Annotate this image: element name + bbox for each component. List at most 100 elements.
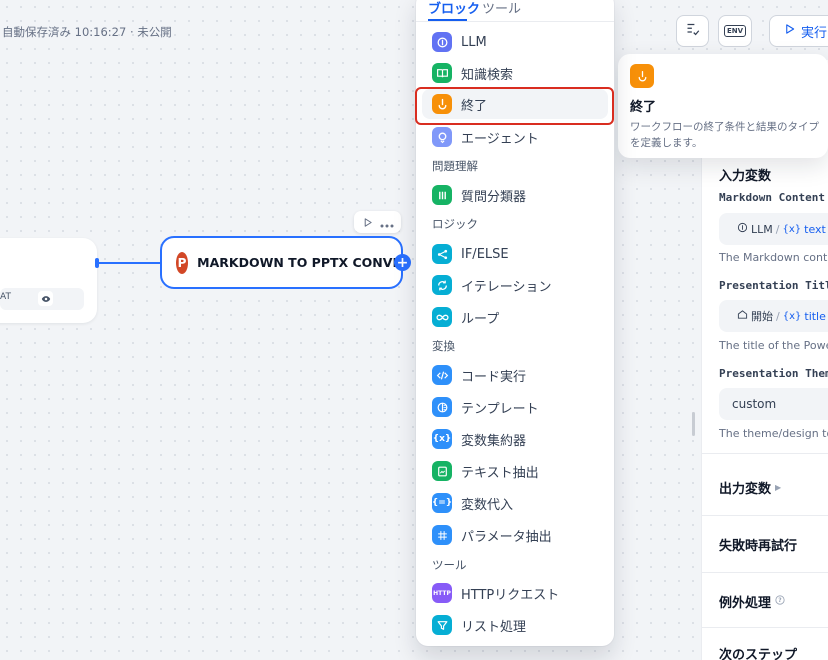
category-transform: 変換 <box>432 339 455 353</box>
menu-item-variable-aggregator[interactable]: {x} 変数集約器 <box>422 424 608 454</box>
menu-tabs: ブロック ツール <box>416 0 614 22</box>
template-icon <box>432 397 452 417</box>
menu-item-http-request[interactable]: HTTP HTTPリクエスト <box>422 578 608 608</box>
var-presentation-theme-desc: The theme/design to <box>719 427 828 440</box>
menu-item-label: リスト処理 <box>461 619 527 635</box>
caret-right-icon: ▶ <box>775 483 782 492</box>
tooltip-description: ワークフローの終了条件と結果のタイプを定義します。 <box>630 121 819 149</box>
menu-item-label: IF/ELSE <box>461 246 509 262</box>
variable-icon: {x} <box>782 310 802 322</box>
output-variables-toggle[interactable]: 出力変数 ▶ <box>719 478 781 497</box>
menu-item-llm[interactable]: LLM <box>422 27 608 57</box>
menu-item-label: 変数集約器 <box>461 433 527 449</box>
menu-item-label: テキスト抽出 <box>461 465 539 481</box>
add-next-node-button[interactable]: + <box>394 254 411 271</box>
menu-item-label: テンプレート <box>461 401 539 417</box>
filter-icon <box>432 615 452 635</box>
menu-item-label: コード実行 <box>461 369 527 385</box>
variable-icon: {x} <box>782 223 802 235</box>
tab-tools[interactable]: ツール <box>482 0 521 17</box>
node-toolbar <box>354 211 401 233</box>
menu-item-list-operator[interactable]: リスト処理 <box>422 610 608 640</box>
tab-blocks[interactable]: ブロック <box>428 0 480 17</box>
menu-item-knowledge-retrieval[interactable]: 知識検索 <box>422 58 608 88</box>
more-options-icon[interactable] <box>380 213 394 232</box>
book-icon <box>432 63 452 83</box>
panel-resize-handle[interactable] <box>692 412 695 436</box>
var-source: LLM <box>751 222 773 236</box>
var-markdown-content-field[interactable]: LLM / {x} text <box>719 213 828 245</box>
end-node-tooltip: 終了 ワークフローの終了条件と結果のタイプを定義します。 <box>618 54 828 158</box>
menu-item-code[interactable]: コード実行 <box>422 360 608 390</box>
menu-item-loop[interactable]: ループ <box>422 302 608 332</box>
run-button[interactable]: 実行 <box>769 15 828 47</box>
var-name: title <box>804 309 826 323</box>
var-presentation-title-field[interactable]: 開始 / {x} title <box>719 300 828 332</box>
start-variable-chip-label: AT <box>0 292 11 302</box>
edge-connector <box>97 262 160 264</box>
exception-handling-label: 例外処理 <box>719 596 772 611</box>
menu-item-question-classifier[interactable]: 質問分類器 <box>422 180 608 210</box>
menu-item-label: LLM <box>461 34 487 50</box>
env-icon: ENV <box>723 25 747 37</box>
markdown-to-pptx-node[interactable]: P MARKDOWN TO PPTX CONVE <box>160 236 403 289</box>
var-presentation-theme-label: Presentation Theme <box>719 367 828 380</box>
category-logic: ロジック <box>432 217 478 231</box>
node-title: MARKDOWN TO PPTX CONVE <box>197 255 401 270</box>
run-node-icon[interactable] <box>362 213 373 232</box>
autosave-status: 自動保存済み 10:16:27 · 未公開 <box>2 25 172 39</box>
doc-extract-icon <box>432 461 452 481</box>
output-variables-heading: 出力変数 <box>719 482 772 497</box>
menu-item-agent[interactable]: エージェント <box>422 122 608 152</box>
var-presentation-title-desc: The title of the Powe <box>719 339 828 352</box>
menu-item-label: 質問分類器 <box>461 189 527 205</box>
classifier-icon <box>432 185 452 205</box>
powerpoint-icon: P <box>176 251 189 274</box>
code-icon <box>432 365 452 385</box>
menu-item-label: ループ <box>461 311 500 327</box>
var-presentation-title-label: Presentation Title <box>719 279 828 292</box>
checklist-icon <box>685 22 700 41</box>
menu-item-if-else[interactable]: IF/ELSE <box>422 239 608 269</box>
menu-item-parameter-extractor[interactable]: パラメータ抽出 <box>422 520 608 550</box>
checklist-button[interactable] <box>676 15 709 47</box>
var-source: 開始 <box>751 310 773 323</box>
var-markdown-content-desc: The Markdown conte <box>719 251 828 264</box>
aggregator-icon: {x} <box>432 429 452 449</box>
tooltip-title: 終了 <box>630 100 657 115</box>
svg-text:?: ? <box>778 598 781 604</box>
menu-item-template[interactable]: テンプレート <box>422 392 608 422</box>
edge-handle[interactable] <box>95 258 99 268</box>
menu-item-label: イテレーション <box>461 279 552 295</box>
iteration-icon <box>432 275 452 295</box>
category-question-understanding: 問題理解 <box>432 159 478 173</box>
var-presentation-theme-field[interactable]: custom <box>719 388 828 420</box>
run-button-label: 実行 <box>801 25 828 41</box>
eye-icon <box>38 291 53 306</box>
retry-on-failure-heading: 失敗時再試行 <box>719 539 798 554</box>
var-markdown-content-label: Markdown Content <box>719 191 825 204</box>
end-icon <box>630 64 654 88</box>
var-name: text <box>804 222 826 236</box>
menu-item-label: 変数代入 <box>461 497 514 513</box>
highlight-box <box>415 87 614 125</box>
menu-item-iteration[interactable]: イテレーション <box>422 270 608 300</box>
start-node[interactable]: AT <box>0 238 97 323</box>
input-variables-heading: 入力変数 <box>719 169 772 184</box>
menu-item-label: 知識検索 <box>461 67 514 83</box>
menu-item-variable-assigner[interactable]: {=} 変数代入 <box>422 488 608 518</box>
llm-icon <box>432 32 452 52</box>
home-icon <box>737 309 748 323</box>
agent-icon <box>432 127 452 147</box>
exception-handling-heading: 例外処理 ? <box>719 592 785 611</box>
assign-icon: {=} <box>432 493 452 513</box>
llm-icon <box>737 222 748 236</box>
menu-item-text-extractor[interactable]: テキスト抽出 <box>422 456 608 486</box>
next-step-heading: 次のステップ <box>719 648 798 660</box>
env-button[interactable]: ENV <box>718 15 752 47</box>
help-icon[interactable]: ? <box>775 594 785 609</box>
category-tools: ツール <box>432 558 467 572</box>
menu-item-label: エージェント <box>461 131 539 147</box>
menu-item-label: HTTPリクエスト <box>461 587 560 603</box>
menu-item-label: パラメータ抽出 <box>461 529 552 545</box>
